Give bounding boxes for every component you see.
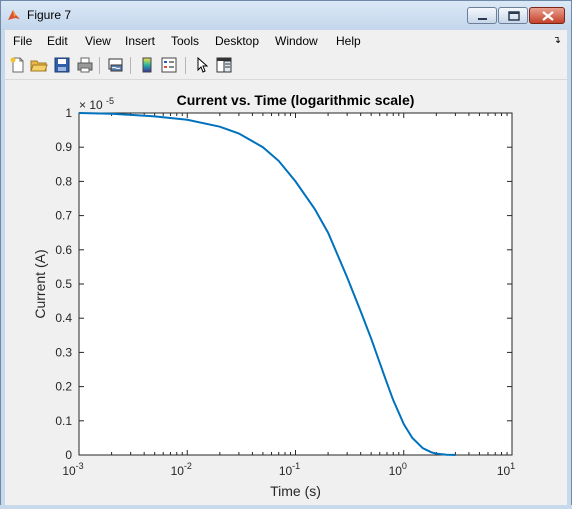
y-tick-label: 0.5 bbox=[55, 277, 72, 291]
matlab-icon bbox=[8, 10, 20, 20]
close-button[interactable] bbox=[529, 7, 565, 24]
menu-desktop[interactable]: Desktop bbox=[215, 34, 259, 48]
toolbar-separator bbox=[130, 57, 131, 74]
y-tick-label: 0 bbox=[65, 448, 72, 462]
x-tick-label-base: 10 bbox=[389, 464, 403, 478]
new-figure-icon[interactable] bbox=[9, 56, 27, 74]
minimize-icon bbox=[478, 18, 487, 20]
minimize-button[interactable] bbox=[467, 7, 497, 24]
x-tick-label-base: 10 bbox=[62, 464, 76, 478]
x-axis-label: Time (s) bbox=[270, 483, 321, 499]
menu-edit[interactable]: Edit bbox=[47, 34, 68, 48]
y-axis-exponent-power: -5 bbox=[106, 96, 114, 106]
y-tick-label: 0.7 bbox=[55, 209, 72, 223]
x-tick-label-power: 1 bbox=[510, 461, 515, 471]
x-tick-label-power: 0 bbox=[402, 461, 407, 471]
y-axis-exponent: × 10 -5 bbox=[79, 96, 114, 112]
x-tick-label-power: -2 bbox=[184, 461, 192, 471]
y-tick-label: 0.3 bbox=[55, 345, 72, 359]
insert-colorbar-icon[interactable] bbox=[138, 56, 156, 74]
x-tick-label: 10-3 bbox=[62, 461, 83, 478]
y-tick-label: 0.8 bbox=[55, 174, 72, 188]
menu-bar: File Edit View Insert Tools Desktop Wind… bbox=[5, 30, 567, 52]
chevron-icon[interactable]: ↴ bbox=[553, 35, 561, 46]
chart-title: Current vs. Time (logarithmic scale) bbox=[177, 92, 415, 108]
y-axis-exponent-base: × 10 bbox=[79, 98, 103, 112]
x-tick-label: 101 bbox=[497, 461, 515, 478]
toolbar-separator bbox=[99, 57, 100, 74]
window-title: Figure 7 bbox=[27, 8, 72, 22]
menu-file[interactable]: File bbox=[13, 34, 32, 48]
x-tick-label-base: 10 bbox=[279, 464, 293, 478]
close-icon bbox=[542, 11, 554, 21]
save-icon[interactable] bbox=[53, 56, 71, 74]
y-tick-label: 0.4 bbox=[55, 311, 72, 325]
x-tick-label-power: -3 bbox=[76, 461, 84, 471]
title-bar[interactable]: Figure 7 bbox=[1, 1, 571, 30]
print-icon[interactable] bbox=[76, 56, 94, 74]
menu-help[interactable]: Help bbox=[336, 34, 361, 48]
property-editor-icon[interactable] bbox=[215, 56, 233, 74]
menu-tools[interactable]: Tools bbox=[171, 34, 199, 48]
y-tick-label: 0.2 bbox=[55, 380, 72, 394]
x-tick-label: 100 bbox=[389, 461, 407, 478]
x-tick-label: 10-2 bbox=[171, 461, 192, 478]
x-tick-label: 10-1 bbox=[279, 461, 300, 478]
window-bottom-border bbox=[0, 505, 572, 509]
figure-canvas[interactable]: Current vs. Time (logarithmic scale) Tim… bbox=[5, 80, 567, 506]
figure-window: Figure 7 File Edit View Insert Tools Des… bbox=[0, 0, 572, 509]
open-file-icon[interactable] bbox=[30, 56, 48, 74]
y-tick-label: 0.1 bbox=[55, 414, 72, 428]
insert-legend-icon[interactable] bbox=[160, 56, 178, 74]
y-tick-label: 0.6 bbox=[55, 243, 72, 257]
axes-background[interactable] bbox=[78, 112, 513, 456]
maximize-button[interactable] bbox=[498, 7, 528, 24]
x-tick-label-base: 10 bbox=[171, 464, 185, 478]
menu-insert[interactable]: Insert bbox=[125, 34, 155, 48]
edit-plot-pointer-icon[interactable] bbox=[193, 56, 211, 74]
figure-toolbar bbox=[5, 52, 567, 80]
x-tick-label-power: -1 bbox=[292, 461, 300, 471]
link-plot-icon[interactable] bbox=[107, 56, 125, 74]
y-tick-label: 0.9 bbox=[55, 140, 72, 154]
maximize-icon bbox=[508, 11, 520, 21]
y-tick-label: 1 bbox=[65, 106, 72, 120]
x-tick-label-base: 10 bbox=[497, 464, 511, 478]
menu-window[interactable]: Window bbox=[275, 34, 318, 48]
y-axis-label: Current (A) bbox=[32, 249, 48, 318]
toolbar-separator bbox=[185, 57, 186, 74]
plot-svg[interactable]: Current vs. Time (logarithmic scale) Tim… bbox=[5, 80, 567, 506]
menu-view[interactable]: View bbox=[85, 34, 111, 48]
